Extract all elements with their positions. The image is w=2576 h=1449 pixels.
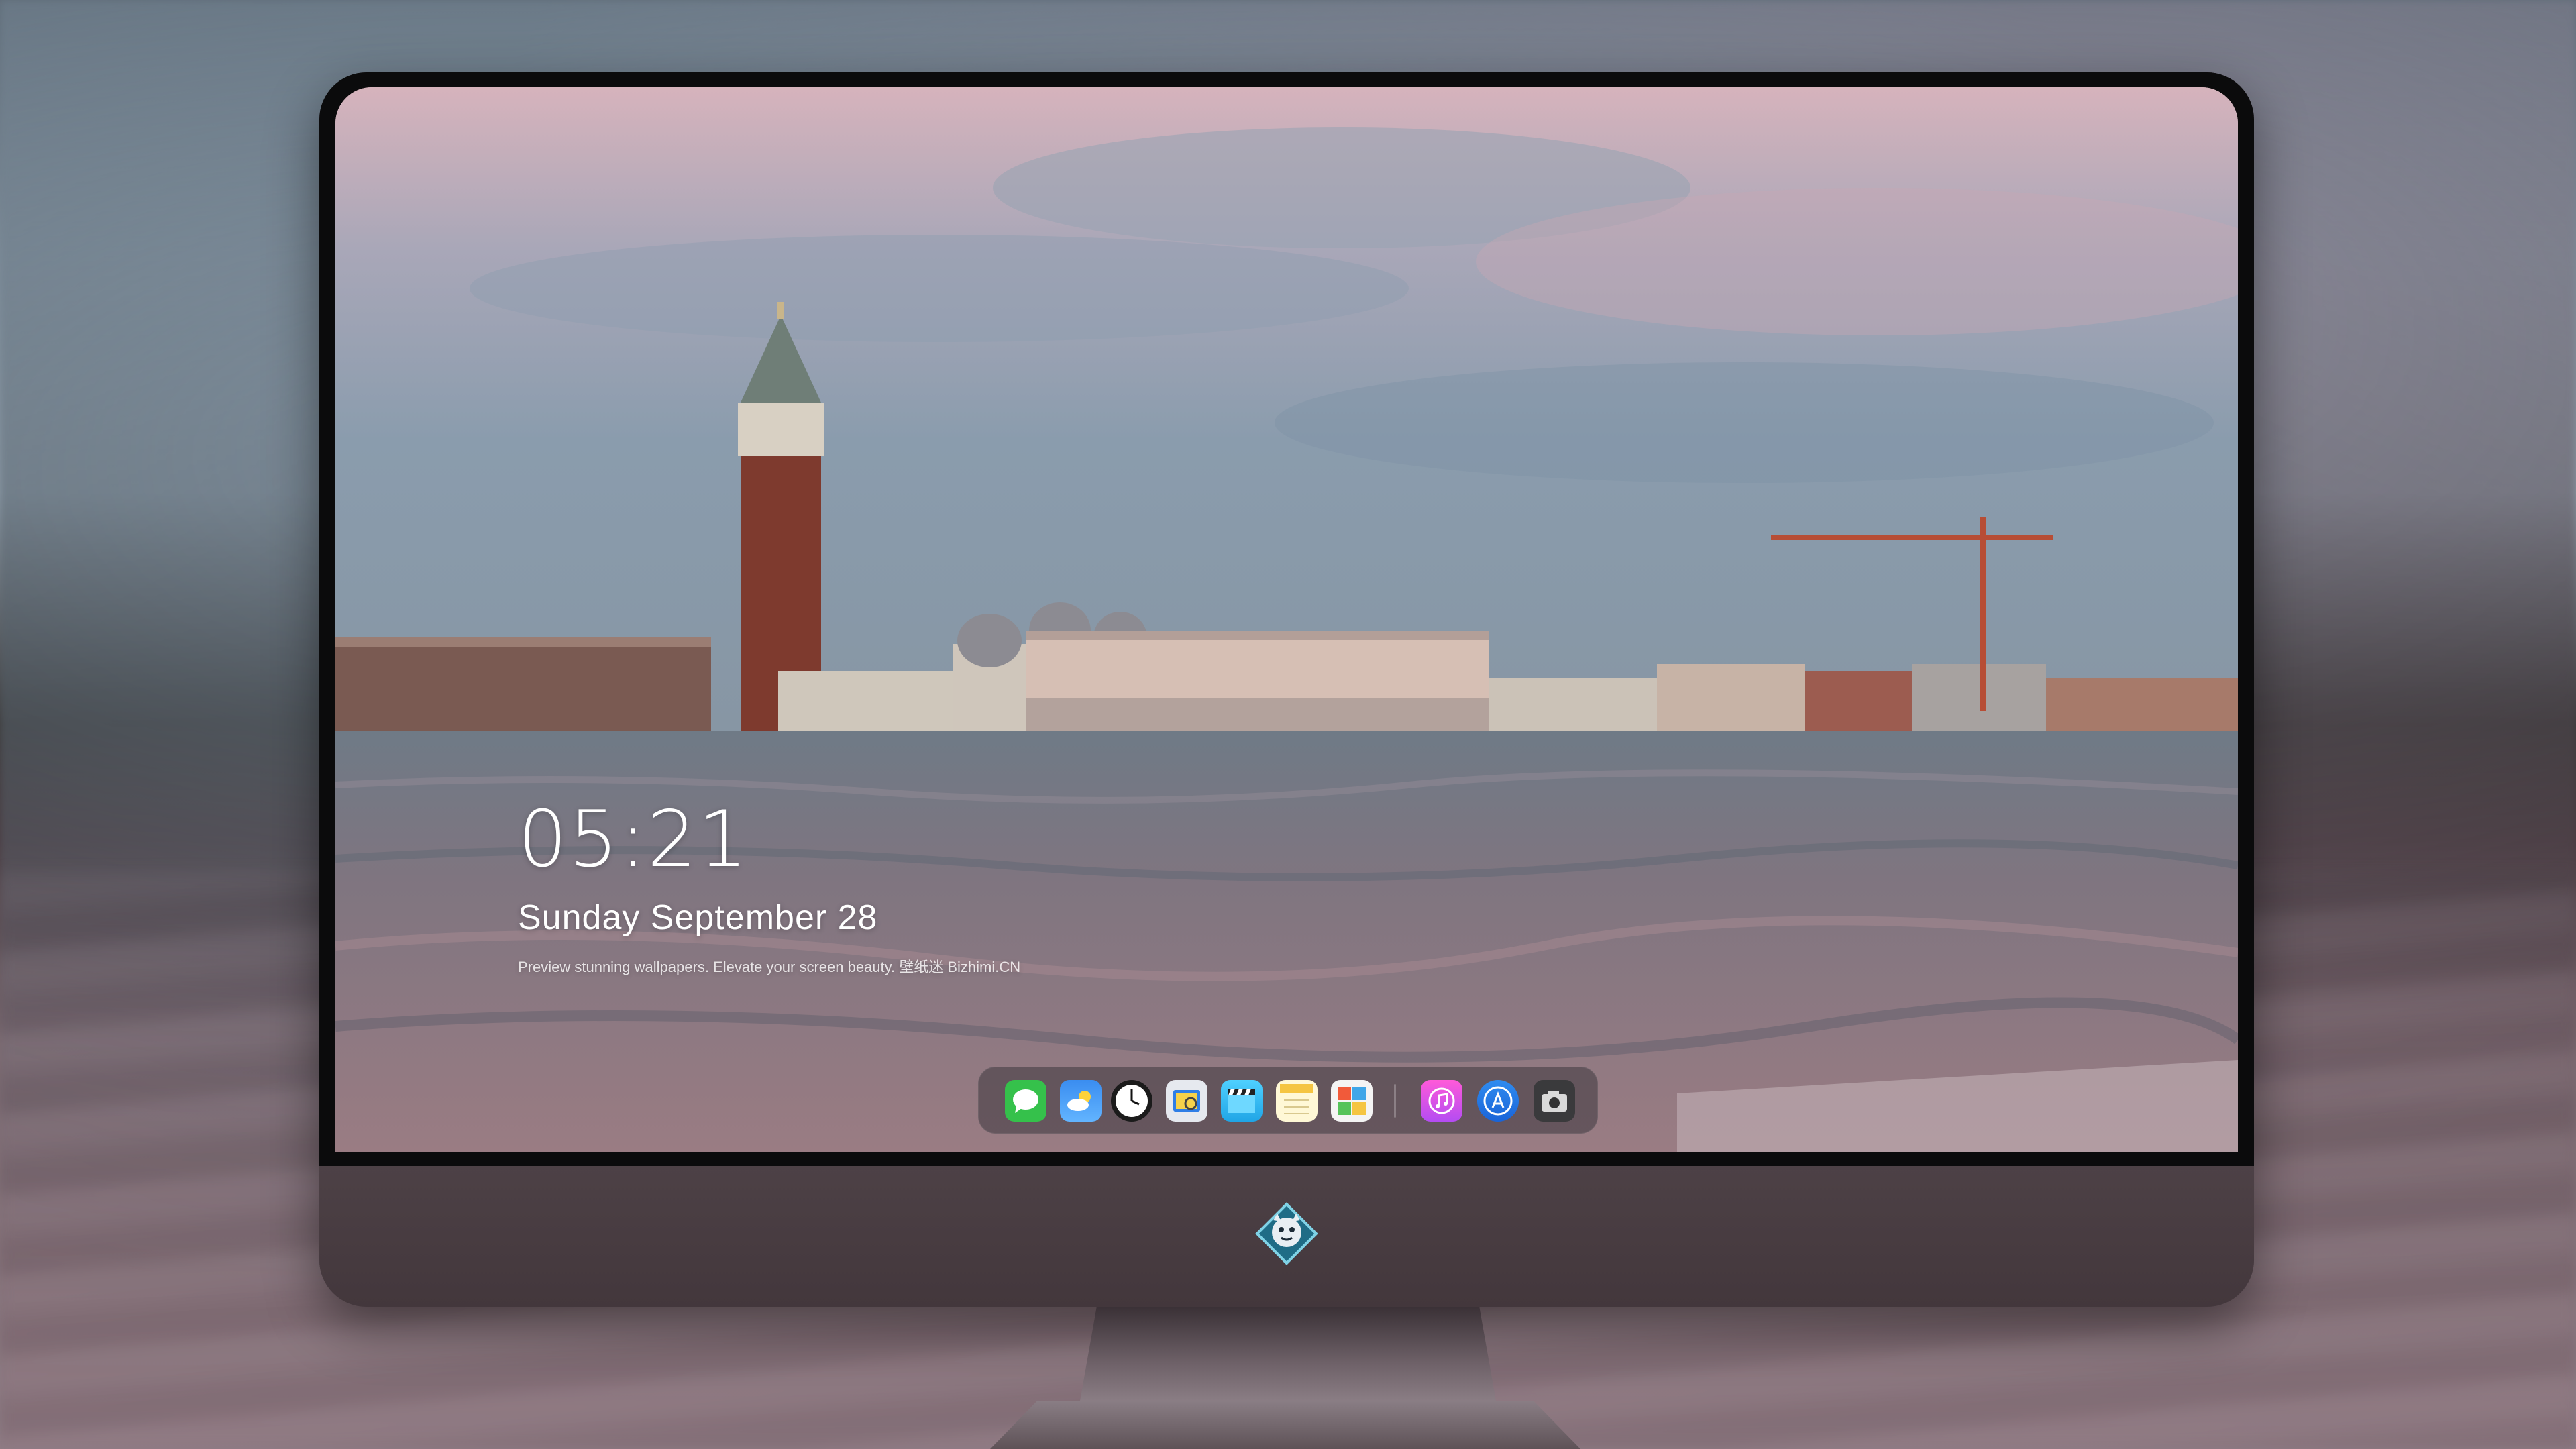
monitor-chin: [319, 1166, 2254, 1307]
monitor: 05:21 Sunday September 28 Preview stunni…: [319, 72, 2254, 1307]
time-display: 05:21: [518, 794, 749, 885]
lock-screen-clock: 05:21 Sunday September 28 Preview stunni…: [518, 801, 1020, 977]
dock-separator: [1394, 1084, 1396, 1118]
photo-booth-icon[interactable]: [1331, 1080, 1373, 1122]
dock: [978, 1067, 1598, 1134]
messages-icon[interactable]: [1005, 1080, 1046, 1122]
screen: 05:21 Sunday September 28 Preview stunni…: [335, 87, 2238, 1152]
monitor-stand-base: [990, 1401, 1580, 1449]
wallpaper-venice: [335, 87, 2238, 1152]
wallpaper-tagline: Preview stunning wallpapers. Elevate you…: [518, 959, 1021, 975]
mascot-logo-icon: [1254, 1201, 1319, 1266]
clips-icon[interactable]: [1221, 1080, 1263, 1122]
monitor-stand: [1080, 1307, 1496, 1401]
preview-icon[interactable]: [1166, 1080, 1208, 1122]
date-display: Sunday September 28: [518, 898, 878, 937]
monitor-bezel: 05:21 Sunday September 28 Preview stunni…: [319, 72, 2254, 1166]
weather-icon[interactable]: [1060, 1080, 1102, 1122]
notes-icon[interactable]: [1276, 1080, 1318, 1122]
camera-icon[interactable]: [1534, 1080, 1575, 1122]
app-store-icon[interactable]: [1477, 1080, 1519, 1122]
music-icon[interactable]: [1421, 1080, 1462, 1122]
clock-icon[interactable]: [1111, 1080, 1152, 1122]
